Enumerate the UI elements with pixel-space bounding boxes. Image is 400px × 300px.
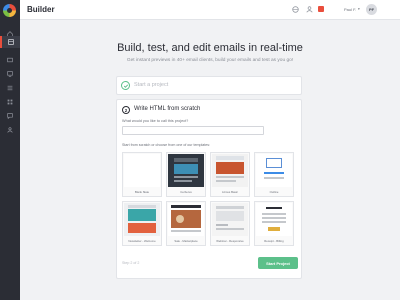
top-header: Builder Paul F. ▾ PF: [20, 0, 400, 20]
sidebar-item-person[interactable]: [0, 124, 20, 136]
template-outline[interactable]: Outline: [254, 152, 294, 197]
template-name: Webinar - Responsive: [216, 239, 244, 243]
template-thumbnail: [212, 154, 248, 187]
builder-icon: [8, 39, 14, 45]
user-icon[interactable]: [306, 6, 313, 13]
page-title: Build, test, and edit emails in real-tim…: [117, 42, 303, 54]
chevron-down-icon[interactable]: ▾: [358, 7, 360, 11]
template-name: Receipt - Billing: [264, 239, 284, 243]
template-thumbnail: [124, 154, 160, 187]
check-icon: [121, 81, 130, 90]
template-name: Sale - Marketplace: [174, 239, 198, 243]
template-webinar-responsive[interactable]: Webinar - Responsive: [210, 201, 250, 246]
chat-icon: [7, 113, 13, 119]
person-icon: [7, 127, 13, 133]
step-start-project[interactable]: Start a project: [116, 76, 302, 95]
page-subtitle: Get instant previews in 40+ email client…: [126, 58, 294, 63]
sidebar-item-grid[interactable]: [0, 96, 20, 108]
template-name: Cerberus: [180, 190, 192, 194]
step-number: 2: [122, 106, 130, 114]
list-icon: [7, 85, 13, 91]
app-logo[interactable]: [3, 4, 16, 17]
step2-title: Write HTML from scratch: [134, 106, 201, 112]
sidebar-item-test[interactable]: [0, 54, 20, 66]
sidebar-item-monitor[interactable]: [0, 68, 20, 80]
avatar[interactable]: PF: [366, 4, 377, 15]
step1-label: Start a project: [134, 82, 169, 88]
template-newsletter-welcome[interactable]: Newsletter - Welcome: [122, 201, 162, 246]
templates-label: Start from scratch or choose from one of…: [122, 143, 211, 147]
template-thumbnail: [256, 154, 292, 187]
step-write-html: 2 Write HTML from scratch What would you…: [116, 99, 302, 279]
notification-icon[interactable]: [318, 6, 324, 12]
project-name-input[interactable]: [122, 126, 264, 135]
template-thumbnail: [168, 154, 204, 187]
template-name: Blank Slate: [134, 190, 150, 194]
template-receipt-billing[interactable]: Receipt - Billing: [254, 201, 294, 246]
template-sale-marketplace[interactable]: Sale - Marketplace: [166, 201, 206, 246]
grid-icon: [7, 99, 13, 105]
test-icon: [7, 57, 13, 63]
step-count: Step 2 of 2: [122, 261, 140, 265]
template-name: Newsletter - Welcome: [128, 239, 156, 243]
start-project-button[interactable]: Start Project: [258, 257, 298, 269]
template-name: Litmus Basic: [222, 190, 238, 194]
globe-icon[interactable]: [292, 6, 299, 13]
project-name-label: What would you like to call this project…: [122, 119, 189, 123]
monitor-icon: [7, 71, 13, 77]
user-name[interactable]: Paul F.: [344, 7, 356, 12]
template-thumbnail: [256, 203, 292, 236]
template-thumbnail: [124, 203, 160, 236]
sidebar-item-list[interactable]: [0, 82, 20, 94]
sidebar-item-chat[interactable]: [0, 110, 20, 122]
template-litmus-basic[interactable]: Litmus Basic: [210, 152, 250, 197]
app-title: Builder: [27, 5, 55, 14]
template-thumbnail: [212, 203, 248, 236]
template-thumbnail: [168, 203, 204, 236]
template-blank-slate[interactable]: Blank Slate: [122, 152, 162, 197]
template-cerberus[interactable]: Cerberus: [166, 152, 206, 197]
template-name: Outline: [269, 190, 279, 194]
sidebar-item-builder[interactable]: [0, 36, 20, 48]
sidebar: [0, 0, 20, 300]
